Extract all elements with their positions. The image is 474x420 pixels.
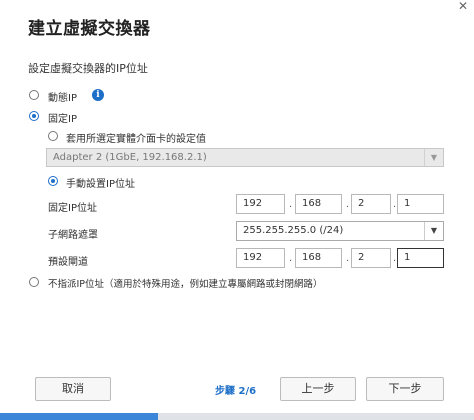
gateway-octet-1[interactable]: 192	[236, 248, 285, 268]
ip-separator: .	[289, 253, 293, 264]
gateway-octet-2[interactable]: 168	[295, 248, 342, 268]
manual-ip-radio[interactable]	[48, 176, 58, 186]
progress-bar-fill	[0, 413, 158, 420]
static-ip-octet-4[interactable]: 1	[397, 194, 444, 214]
use-adapter-label[interactable]: 套用所選定實體介面卡的設定值	[66, 130, 206, 145]
static-ip-radio[interactable]	[29, 111, 39, 121]
gateway-octet-3[interactable]: 2	[351, 248, 391, 268]
chevron-down-icon[interactable]: ▼	[424, 222, 443, 240]
ip-separator: .	[346, 253, 350, 264]
static-ip-octet-1[interactable]: 192	[236, 194, 285, 214]
subnet-select-value: 255.255.255.0 (/24)	[243, 225, 344, 236]
dhcp-label[interactable]: 動態IP	[48, 89, 77, 104]
chevron-down-icon: ▼	[424, 149, 443, 166]
section-subtitle: 設定虛擬交換器的IP位址	[28, 62, 148, 75]
ip-separator: .	[393, 199, 397, 210]
close-icon[interactable]: ✕	[458, 0, 468, 12]
next-button[interactable]: 下一步	[366, 377, 444, 401]
static-ip-octet-3[interactable]: 2	[351, 194, 391, 214]
no-ip-radio[interactable]	[29, 277, 39, 287]
progress-bar	[0, 413, 474, 420]
static-ip-octet-2[interactable]: 168	[295, 194, 342, 214]
adapter-select: Adapter 2 (1GbE, 192.168.2.1) ▼	[46, 148, 444, 167]
subnet-select[interactable]: 255.255.255.0 (/24) ▼	[236, 221, 444, 241]
gateway-octet-4[interactable]: 1	[397, 248, 444, 268]
static-ip-label[interactable]: 固定IP	[48, 110, 77, 125]
static-ip-field-label: 固定IP位址	[48, 203, 97, 214]
use-adapter-radio[interactable]	[48, 131, 58, 141]
manual-ip-label[interactable]: 手動設置IP位址	[66, 175, 135, 190]
ip-separator: .	[346, 199, 350, 210]
previous-button[interactable]: 上一步	[280, 377, 356, 401]
cancel-button[interactable]: 取消	[35, 377, 111, 401]
ip-separator: .	[393, 253, 397, 264]
dhcp-radio[interactable]	[29, 90, 39, 100]
no-ip-label[interactable]: 不指派IP位址（適用於特殊用途，例如建立專屬網路或封閉網路）	[48, 276, 323, 290]
step-indicator: 步驟 2/6	[215, 386, 257, 397]
gateway-field-label: 預設閘道	[48, 257, 88, 268]
subnet-field-label: 子網路遮罩	[48, 230, 98, 241]
info-icon[interactable]: i	[92, 89, 104, 101]
page-title: 建立虛擬交換器	[28, 19, 151, 39]
ip-separator: .	[289, 199, 293, 210]
adapter-select-value: Adapter 2 (1GbE, 192.168.2.1)	[53, 152, 207, 163]
